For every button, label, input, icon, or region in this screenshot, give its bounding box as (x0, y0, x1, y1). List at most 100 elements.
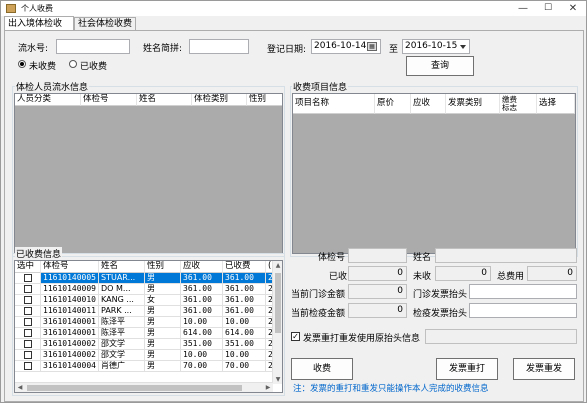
row-checkbox-cell[interactable] (15, 284, 41, 295)
tab-social-exam[interactable]: 社会体检收费 (74, 17, 136, 31)
serial-group-title: 体检人员流水信息 (15, 80, 90, 93)
row-checkbox-cell[interactable] (15, 295, 41, 306)
row-checkbox[interactable] (24, 329, 32, 337)
col-sex[interactable]: 性别 (145, 261, 181, 273)
col-original-price[interactable]: 原价 (375, 94, 411, 114)
reprint-checkbox[interactable]: ✓ (291, 332, 300, 341)
row-checkbox[interactable] (24, 307, 32, 315)
col-exam-type[interactable]: 体检类别 (192, 94, 247, 106)
cell-name: 邵文学 (99, 350, 145, 361)
table-row[interactable]: 11610140005 STUAR... 男 361.00 361.00 2 (15, 273, 274, 284)
col-select[interactable]: 选择 (537, 94, 575, 114)
paid-grid[interactable]: 选中 体检号 姓名 性别 应收 已收费 ( 11610140005 STUAR..… (14, 260, 283, 393)
query-button[interactable]: 查询 (406, 56, 474, 76)
row-checkbox[interactable] (24, 296, 32, 304)
table-row[interactable]: 11610140010 KANG ... 女 361.00 361.00 2 (15, 295, 274, 306)
col-exam-no[interactable]: 体检号 (41, 261, 99, 273)
cell-name: 邵文学 (99, 339, 145, 350)
cell-name: PARK ... (99, 306, 145, 317)
col-pay-flag[interactable]: 缴费 标志 (500, 94, 537, 114)
col-sex[interactable]: 性别 (247, 94, 282, 106)
fee-grid[interactable]: 项目名称 原价 应收 发票类别 缴费 标志 选择 (292, 93, 576, 254)
date-from-picker[interactable]: 2016-10-14 ▦ (311, 39, 381, 54)
row-checkbox[interactable] (24, 340, 32, 348)
cell-sex: 男 (145, 317, 181, 328)
col-paid[interactable]: 已收费 (223, 261, 266, 273)
cell-paid: 351.00 (223, 339, 266, 350)
regdate-label: 登记日期: (267, 45, 307, 55)
name-label: 姓名 (413, 253, 432, 263)
radio-unpaid-label: 未收费 (29, 62, 57, 72)
table-row[interactable]: 31610140001 陈泽平男 614.00 614.00 2 (15, 328, 274, 339)
resend-button[interactable]: 发票重发 (513, 358, 575, 380)
table-row[interactable]: 31610140001 陈泽平男 10.00 10.00 2 (15, 317, 274, 328)
close-button[interactable]: ✕ (561, 1, 585, 16)
radio-paid-label: 已收费 (80, 62, 108, 72)
cell-due: 10.00 (181, 350, 223, 361)
table-row[interactable]: 31610140002 邵文学男 351.00 351.00 2 (15, 339, 274, 350)
col-check[interactable]: 选中 (15, 261, 41, 273)
row-checkbox-cell[interactable] (15, 339, 41, 350)
cell-paid: 361.00 (223, 284, 266, 295)
hscroll-thumb[interactable] (27, 385, 242, 391)
charge-button[interactable]: 收费 (291, 358, 353, 380)
scroll-down-icon[interactable]: ▼ (273, 376, 282, 383)
radio-paid[interactable] (69, 60, 77, 68)
col-invoice-type[interactable]: 发票类别 (446, 94, 500, 114)
reprint-field (425, 329, 577, 344)
cell-due: 361.00 (181, 306, 223, 317)
col-name[interactable]: 姓名 (99, 261, 145, 273)
serial-grid[interactable]: 人员分类 体检号 姓名 体检类别 性别 (14, 93, 283, 254)
table-row[interactable]: 31610140004 肖德广男 70.00 70.00 2 (15, 361, 274, 372)
row-checkbox-cell[interactable] (15, 317, 41, 328)
row-checkbox-cell[interactable] (15, 350, 41, 361)
exam-amount-field: 0 (348, 303, 407, 318)
col-name[interactable]: 姓名 (137, 94, 192, 106)
fee-group-title: 收费项目信息 (292, 80, 349, 93)
minimize-button[interactable]: — (511, 1, 535, 16)
row-checkbox-cell[interactable] (15, 273, 41, 284)
cell-id: 31610140004 (41, 361, 99, 372)
row-checkbox-cell[interactable] (15, 361, 41, 372)
clinic-invoice-input[interactable] (469, 284, 577, 299)
cell-paid: 10.00 (223, 317, 266, 328)
col-item-name[interactable]: 项目名称 (293, 94, 375, 114)
scroll-left-icon[interactable]: ◀ (15, 384, 25, 391)
clinic-amount-label: 当前门诊金额 (291, 290, 346, 300)
row-checkbox[interactable] (24, 362, 32, 370)
paid-vscrollbar[interactable]: ▲ ▼ (272, 261, 282, 384)
exam-invoice-label: 检疫发票抬头 (413, 309, 468, 319)
row-checkbox[interactable] (24, 285, 32, 293)
row-checkbox[interactable] (24, 318, 32, 326)
vscroll-thumb[interactable] (275, 273, 281, 333)
table-row[interactable]: 11610140011 PARK ... 男 361.00 361.00 2 (15, 306, 274, 317)
cell-due: 70.00 (181, 361, 223, 372)
radio-unpaid[interactable] (18, 60, 26, 68)
pinyin-input[interactable] (189, 39, 249, 54)
cell-sex: 男 (145, 350, 181, 361)
scroll-up-icon[interactable]: ▲ (273, 262, 282, 269)
col-person-category[interactable]: 人员分类 (15, 94, 81, 106)
tab-entry-exit-exam[interactable]: 出入境体检收费 (4, 16, 74, 43)
name-field (435, 248, 577, 263)
col-due[interactable]: 应收 (411, 94, 446, 114)
title-bar: 个人收费 — ☐ ✕ (1, 1, 586, 16)
scroll-right-icon[interactable]: ▶ (263, 384, 273, 391)
row-checkbox-cell[interactable] (15, 328, 41, 339)
maximize-button[interactable]: ☐ (536, 1, 560, 16)
paid-hscrollbar[interactable]: ◀ ▶ (15, 382, 273, 392)
col-due[interactable]: 应收 (181, 261, 223, 273)
exam-invoice-input[interactable] (469, 303, 577, 318)
reprint-button[interactable]: 发票重打 (436, 358, 498, 380)
date-to-picker[interactable]: 2016-10-15 (402, 39, 470, 54)
cell-paid: 361.00 (223, 295, 266, 306)
row-checkbox[interactable] (24, 274, 32, 282)
cell-id: 31610140002 (41, 339, 99, 350)
table-row[interactable]: 31610140002 邵文学男 10.00 10.00 2 (15, 350, 274, 361)
table-row[interactable]: 11610140009 DO M... 男 361.00 361.00 2 (15, 284, 274, 295)
row-checkbox[interactable] (24, 351, 32, 359)
row-checkbox-cell[interactable] (15, 306, 41, 317)
serial-input[interactable] (56, 39, 130, 54)
col-exam-no[interactable]: 体检号 (81, 94, 137, 106)
cell-id: 31610140001 (41, 317, 99, 328)
